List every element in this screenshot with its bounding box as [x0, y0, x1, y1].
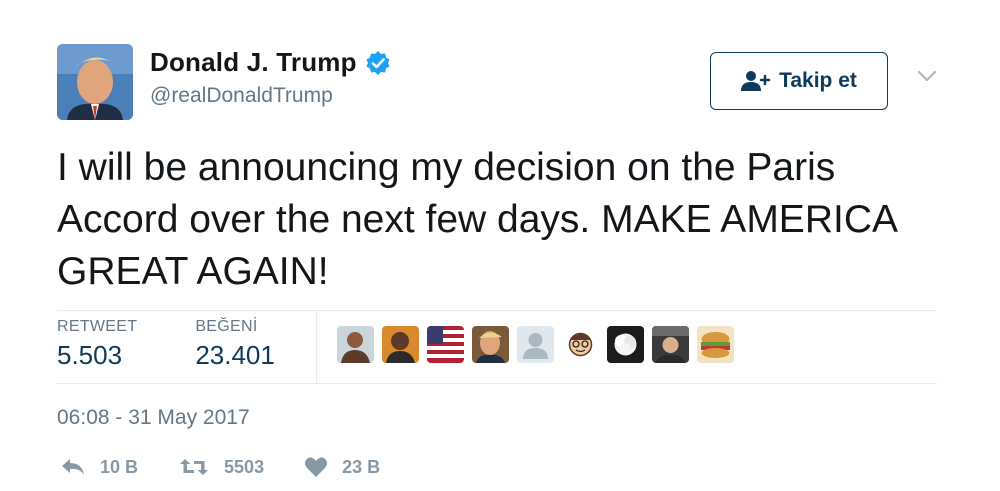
liker-avatar[interactable] [652, 326, 689, 363]
verified-badge-icon [365, 50, 391, 76]
liker-avatar-flag[interactable] [427, 326, 464, 363]
tweet-timestamp[interactable]: 06:08 - 31 May 2017 [57, 406, 250, 430]
follow-button[interactable]: Takip et [710, 52, 888, 110]
liker-avatar-emoji[interactable] [562, 326, 599, 363]
liker-avatar[interactable] [337, 326, 374, 363]
retweet-count: 5503 [224, 456, 265, 477]
like-button[interactable]: 23 B [304, 456, 380, 478]
divider [57, 310, 937, 311]
avatar[interactable] [57, 44, 133, 120]
reply-button[interactable]: 10 B [60, 457, 138, 478]
tweet-actions: 10 B 5503 23 B [60, 456, 420, 478]
retweet-button[interactable]: 5503 [178, 457, 264, 478]
liker-avatar-food[interactable] [697, 326, 734, 363]
like-count: 23 B [342, 456, 381, 477]
author-display-name[interactable]: Donald J. Trump [150, 47, 357, 78]
reply-icon [62, 459, 84, 475]
divider [57, 383, 937, 384]
reply-count: 10 B [100, 456, 139, 477]
retweet-stat-label: RETWEET [57, 318, 138, 335]
liker-avatar[interactable] [382, 326, 419, 363]
tweet-card: Donald J. Trump @realDonaldTrump Takip e… [0, 0, 1000, 491]
retweet-icon [180, 459, 209, 475]
author-name-row: Donald J. Trump [150, 47, 391, 78]
follow-button-label: Takip et [779, 69, 857, 92]
tweet-stats: RETWEET 5.503 BEĞENİ 23.401 [57, 318, 333, 371]
chevron-down-icon[interactable] [916, 68, 938, 84]
like-stat-label: BEĞENİ [195, 318, 258, 335]
tweet-text: I will be announcing my decision on the … [57, 146, 896, 293]
liker-avatar-flower[interactable] [607, 326, 644, 363]
add-user-icon [741, 70, 771, 92]
retweet-stat-value: 5.503 [57, 340, 123, 370]
liker-avatar-default[interactable] [517, 326, 554, 363]
heart-icon [305, 457, 328, 477]
likers-avatars [337, 326, 734, 363]
liker-avatar[interactable] [472, 326, 509, 363]
author-handle[interactable]: @realDonaldTrump [150, 84, 333, 108]
like-stat[interactable]: BEĞENİ 23.401 [195, 318, 275, 371]
like-stat-value: 23.401 [195, 340, 275, 370]
retweet-stat[interactable]: RETWEET 5.503 [57, 318, 137, 371]
